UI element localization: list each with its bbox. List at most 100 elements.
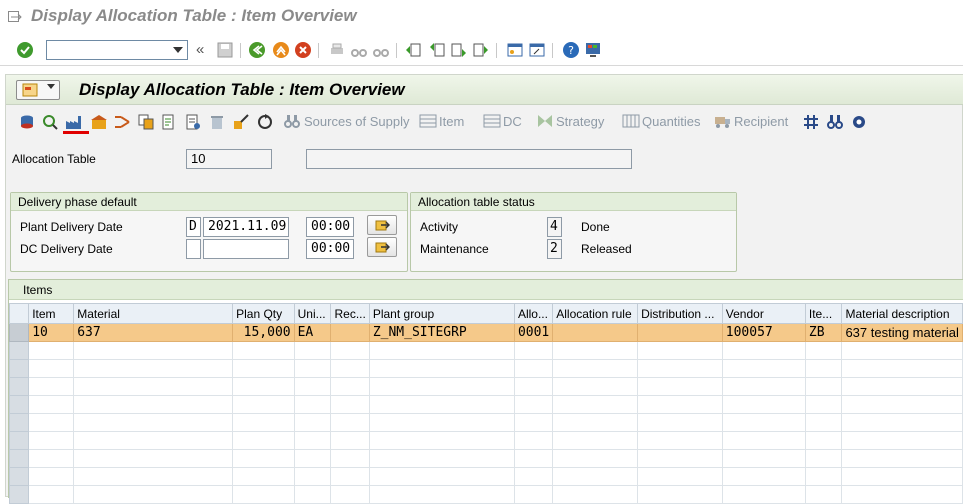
- row-selector[interactable]: [8, 377, 30, 396]
- column-header[interactable]: Vendor: [721, 303, 806, 324]
- select-all-cell[interactable]: [8, 303, 30, 324]
- column-header[interactable]: Distribution ...: [637, 303, 723, 324]
- empty-cell[interactable]: [637, 431, 723, 450]
- empty-cell[interactable]: [841, 341, 963, 360]
- enter-check-icon[interactable]: [16, 41, 34, 59]
- empty-cell[interactable]: [841, 449, 963, 468]
- empty-cell[interactable]: [513, 359, 554, 378]
- plant-date-type-field[interactable]: D: [186, 217, 201, 237]
- empty-cell[interactable]: [513, 431, 554, 450]
- empty-cell[interactable]: [293, 341, 332, 360]
- empty-cell[interactable]: [73, 359, 234, 378]
- empty-cell[interactable]: [804, 395, 843, 414]
- table-row[interactable]: 10 637 15,000 EA Z_NM_SITEGRP 0001 10005…: [8, 323, 963, 342]
- first-page-icon[interactable]: [404, 41, 422, 59]
- empty-cell[interactable]: [232, 359, 295, 378]
- table-cell[interactable]: 637: [73, 323, 234, 342]
- row-selector[interactable]: [8, 359, 30, 378]
- empty-cell[interactable]: [721, 341, 806, 360]
- empty-cell[interactable]: [552, 413, 639, 432]
- column-header[interactable]: Uni...: [293, 303, 332, 324]
- detail-document-icon[interactable]: [184, 113, 202, 131]
- empty-row[interactable]: [8, 395, 963, 414]
- empty-cell[interactable]: [841, 485, 963, 504]
- column-header[interactable]: Material: [73, 303, 234, 324]
- plant-delivery-date-field[interactable]: 2021.11.09: [203, 217, 289, 237]
- empty-cell[interactable]: [552, 395, 639, 414]
- empty-cell[interactable]: [368, 485, 515, 504]
- empty-cell[interactable]: [841, 395, 963, 414]
- empty-cell[interactable]: [513, 395, 554, 414]
- empty-cell[interactable]: [513, 485, 554, 504]
- empty-cell[interactable]: [28, 449, 75, 468]
- column-header[interactable]: Ite...: [804, 303, 843, 324]
- empty-cell[interactable]: [513, 467, 554, 486]
- next-page-icon[interactable]: [450, 41, 468, 59]
- empty-cell[interactable]: [73, 341, 234, 360]
- copy-icon[interactable]: [137, 113, 155, 131]
- grid-icon[interactable]: [802, 113, 820, 131]
- empty-cell[interactable]: [841, 431, 963, 450]
- empty-cell[interactable]: [721, 359, 806, 378]
- empty-cell[interactable]: [552, 449, 639, 468]
- empty-cell[interactable]: [804, 431, 843, 450]
- database-icon[interactable]: [18, 113, 36, 131]
- delete-icon[interactable]: [208, 113, 226, 131]
- table-cell[interactable]: 10: [28, 323, 75, 342]
- find-next-icon[interactable]: [372, 41, 390, 59]
- empty-row[interactable]: [8, 431, 963, 450]
- empty-cell[interactable]: [804, 341, 843, 360]
- empty-cell[interactable]: [552, 431, 639, 450]
- empty-cell[interactable]: [721, 377, 806, 396]
- empty-cell[interactable]: [721, 467, 806, 486]
- refresh-icon[interactable]: [256, 113, 274, 131]
- table-cell[interactable]: 15,000: [232, 323, 295, 342]
- column-header[interactable]: Plan Qty: [232, 303, 295, 324]
- document-icon[interactable]: [160, 113, 178, 131]
- empty-cell[interactable]: [804, 359, 843, 378]
- table-cell[interactable]: [637, 323, 723, 342]
- empty-cell[interactable]: [637, 413, 723, 432]
- row-selector[interactable]: [8, 467, 30, 486]
- empty-cell[interactable]: [28, 413, 75, 432]
- empty-cell[interactable]: [293, 485, 332, 504]
- empty-cell[interactable]: [73, 449, 234, 468]
- empty-cell[interactable]: [721, 449, 806, 468]
- factory-icon[interactable]: [65, 113, 83, 131]
- empty-cell[interactable]: [232, 413, 295, 432]
- row-selector[interactable]: [8, 323, 30, 342]
- empty-cell[interactable]: [368, 359, 515, 378]
- empty-cell[interactable]: [330, 377, 370, 396]
- empty-cell[interactable]: [721, 485, 806, 504]
- empty-cell[interactable]: [330, 395, 370, 414]
- empty-row[interactable]: [8, 359, 963, 378]
- table-cell[interactable]: EA: [293, 323, 332, 342]
- menu-icon[interactable]: [8, 11, 22, 23]
- empty-cell[interactable]: [368, 449, 515, 468]
- empty-cell[interactable]: [637, 467, 723, 486]
- column-header[interactable]: Allocation rule: [552, 303, 639, 324]
- table-cell[interactable]: 100057: [721, 323, 806, 342]
- empty-cell[interactable]: [28, 359, 75, 378]
- empty-cell[interactable]: [28, 431, 75, 450]
- empty-cell[interactable]: [73, 467, 234, 486]
- column-header[interactable]: Material description: [841, 303, 963, 324]
- table-cell[interactable]: ZB: [804, 323, 843, 342]
- empty-cell[interactable]: [804, 449, 843, 468]
- empty-cell[interactable]: [637, 341, 723, 360]
- empty-row[interactable]: [8, 413, 963, 432]
- empty-cell[interactable]: [293, 377, 332, 396]
- empty-cell[interactable]: [804, 413, 843, 432]
- empty-cell[interactable]: [637, 485, 723, 504]
- allocation-table-field[interactable]: 10: [186, 149, 272, 169]
- empty-cell[interactable]: [552, 485, 639, 504]
- empty-cell[interactable]: [804, 467, 843, 486]
- empty-cell[interactable]: [28, 395, 75, 414]
- table-cell[interactable]: 637 testing material: [841, 323, 963, 342]
- row-selector[interactable]: [8, 449, 30, 468]
- back-icon[interactable]: [248, 41, 266, 59]
- empty-cell[interactable]: [293, 359, 332, 378]
- empty-cell[interactable]: [232, 467, 295, 486]
- empty-cell[interactable]: [552, 377, 639, 396]
- empty-cell[interactable]: [637, 449, 723, 468]
